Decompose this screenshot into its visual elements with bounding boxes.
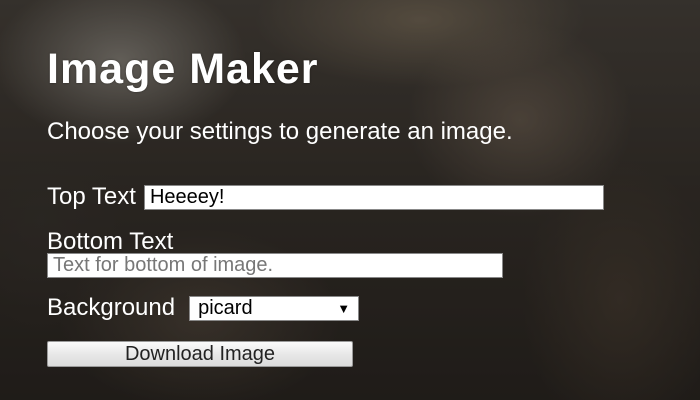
top-text-label: Top Text <box>47 183 136 210</box>
chevron-down-icon: ▼ <box>337 300 351 316</box>
background-row: Background picard ▼ <box>47 294 360 322</box>
page-title: Image Maker <box>47 45 319 93</box>
background-selected-value: picard <box>198 296 253 319</box>
top-text-row: Top Text <box>47 183 604 211</box>
background-label: Background <box>47 294 176 321</box>
bottom-text-input[interactable] <box>47 253 503 278</box>
top-text-input[interactable] <box>143 184 604 210</box>
background-select[interactable]: picard ▼ <box>189 295 360 321</box>
download-image-button[interactable]: Download Image <box>47 341 353 367</box>
bottom-text-label: Bottom Text <box>47 228 174 255</box>
intro-text: Choose your settings to generate an imag… <box>47 118 513 145</box>
